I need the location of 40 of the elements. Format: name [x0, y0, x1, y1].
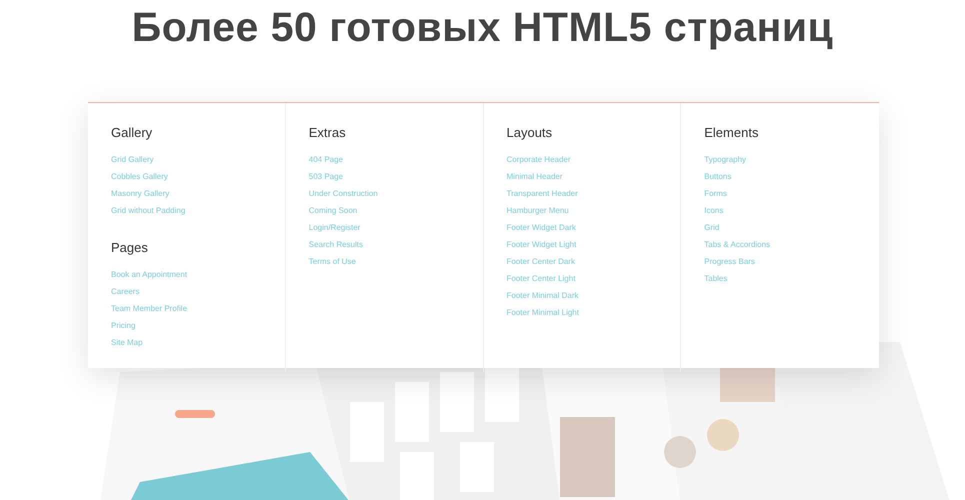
menu-link[interactable]: Terms of Use	[308, 253, 356, 270]
menu-link[interactable]: Careers	[111, 283, 140, 300]
menu-link[interactable]: Masonry Gallery	[111, 185, 170, 202]
menu-link[interactable]: Search Results	[308, 236, 363, 253]
menu-link[interactable]: Login/Register	[308, 219, 360, 236]
menu-link[interactable]: Grid without Padding	[111, 202, 186, 219]
menu-link[interactable]: Footer Minimal Light	[506, 304, 579, 321]
menu-link[interactable]: 404 Page	[308, 151, 344, 168]
menu-link[interactable]: Footer Center Dark	[506, 253, 575, 270]
menu-link[interactable]: Grid Gallery	[111, 151, 154, 168]
menu-link[interactable]: Forms	[704, 185, 727, 202]
menu-link[interactable]: Transparent Header	[506, 185, 578, 202]
menu-link[interactable]: Footer Minimal Dark	[506, 287, 579, 304]
menu-link[interactable]: Footer Widget Dark	[506, 219, 576, 236]
menu-link[interactable]: Corporate Header	[506, 151, 571, 168]
menu-link[interactable]: Footer Widget Light	[506, 236, 576, 253]
menu-link[interactable]: Team Member Profile	[111, 300, 188, 317]
menu-heading: Gallery	[111, 125, 154, 141]
menu-heading: Elements	[704, 125, 760, 141]
menu-link[interactable]: Typography	[704, 151, 746, 168]
menu-link[interactable]: Book an Appointment	[111, 266, 188, 283]
menu-link[interactable]: Minimal Header	[506, 168, 563, 185]
menu-link[interactable]: Tabs & Accordions	[704, 236, 770, 253]
menu-link[interactable]: Under Construction	[308, 185, 378, 202]
menu-link[interactable]: Progress Bars	[704, 253, 755, 270]
menu-heading: Pages	[111, 240, 149, 256]
menu-link[interactable]: Hamburger Menu	[506, 202, 569, 219]
menu-link[interactable]: Cobbles Gallery	[111, 168, 168, 185]
menu-link[interactable]: Coming Soon	[308, 202, 358, 219]
menu-heading: Extras	[308, 125, 347, 141]
menu-link[interactable]: Grid	[704, 219, 720, 236]
menu-heading: Layouts	[506, 125, 554, 141]
menu-link[interactable]: Pricing	[111, 317, 136, 334]
menu-link[interactable]: 503 Page	[308, 168, 344, 185]
menu-link[interactable]: Icons	[704, 202, 724, 219]
menu-link[interactable]: Footer Center Light	[506, 270, 576, 287]
menu-link[interactable]: Buttons	[704, 168, 732, 185]
page-heading: Более 50 готовых HTML5 страниц	[130, 3, 834, 52]
menu-link[interactable]: Site Map	[111, 334, 143, 351]
menu-link[interactable]: Tables	[704, 270, 728, 287]
